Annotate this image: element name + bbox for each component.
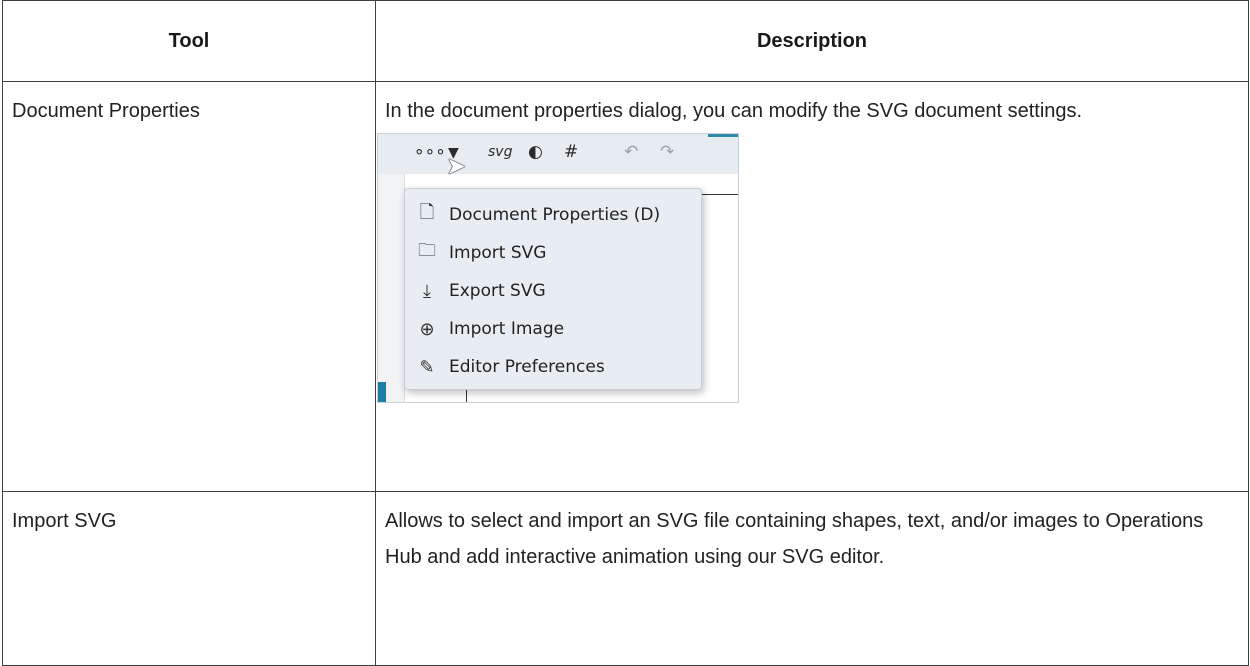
tool-name: Import SVG <box>12 510 117 532</box>
editor-preferences-icon: ✎ <box>419 356 435 378</box>
tool-column-header: Tool <box>2 0 376 82</box>
import-image-icon: ⊕ <box>419 318 435 340</box>
grid-icon[interactable]: # <box>564 142 578 162</box>
table-row: Document Properties In the document prop… <box>2 81 1249 492</box>
menu-item-import-image[interactable]: ⊕ Import Image <box>405 311 701 347</box>
fill-stroke-icon[interactable]: ◐ <box>528 142 543 162</box>
export-icon: ⤓ <box>423 280 431 302</box>
ruler <box>698 182 738 195</box>
redo-icon[interactable]: ↷ <box>660 142 674 162</box>
menu-item-import-svg[interactable]: 🗀 Import SVG <box>405 235 701 271</box>
header-row: Tool Description <box>2 0 1249 82</box>
more-icon[interactable]: ∘∘∘ <box>414 142 446 162</box>
dropdown-menu: 🗋 Document Properties (D) 🗀 Import SVG ⤓… <box>404 188 702 390</box>
menu-item-editor-preferences[interactable]: ✎ Editor Preferences <box>405 349 701 385</box>
document-settings-icon: 🗋 <box>419 202 435 223</box>
tool-description: Allows to select and import an SVG file … <box>385 510 1204 568</box>
table-row: Import SVG Allows to select and import a… <box>2 491 1249 666</box>
menu-item-export-svg[interactable]: ⤓ Export SVG <box>405 273 701 309</box>
tool-description: In the document properties dialog, you c… <box>385 100 1083 122</box>
mouse-cursor-icon: ➤ <box>446 153 467 180</box>
menu-item-document-properties[interactable]: 🗋 Document Properties (D) <box>405 197 701 233</box>
tools-table: Tool Description Document Properties In … <box>2 0 1249 666</box>
tool-name: Document Properties <box>12 100 200 122</box>
svg-icon[interactable]: svg <box>488 144 512 160</box>
document-properties-screenshot: ∘∘∘ ▼ svg ◐ # ↶ ↷ ➤ 1 🗋 Document Propert… <box>377 133 739 403</box>
undo-icon[interactable]: ↶ <box>624 142 638 162</box>
description-column-header: Description <box>375 0 1249 82</box>
folder-icon: 🗀 <box>418 240 436 261</box>
